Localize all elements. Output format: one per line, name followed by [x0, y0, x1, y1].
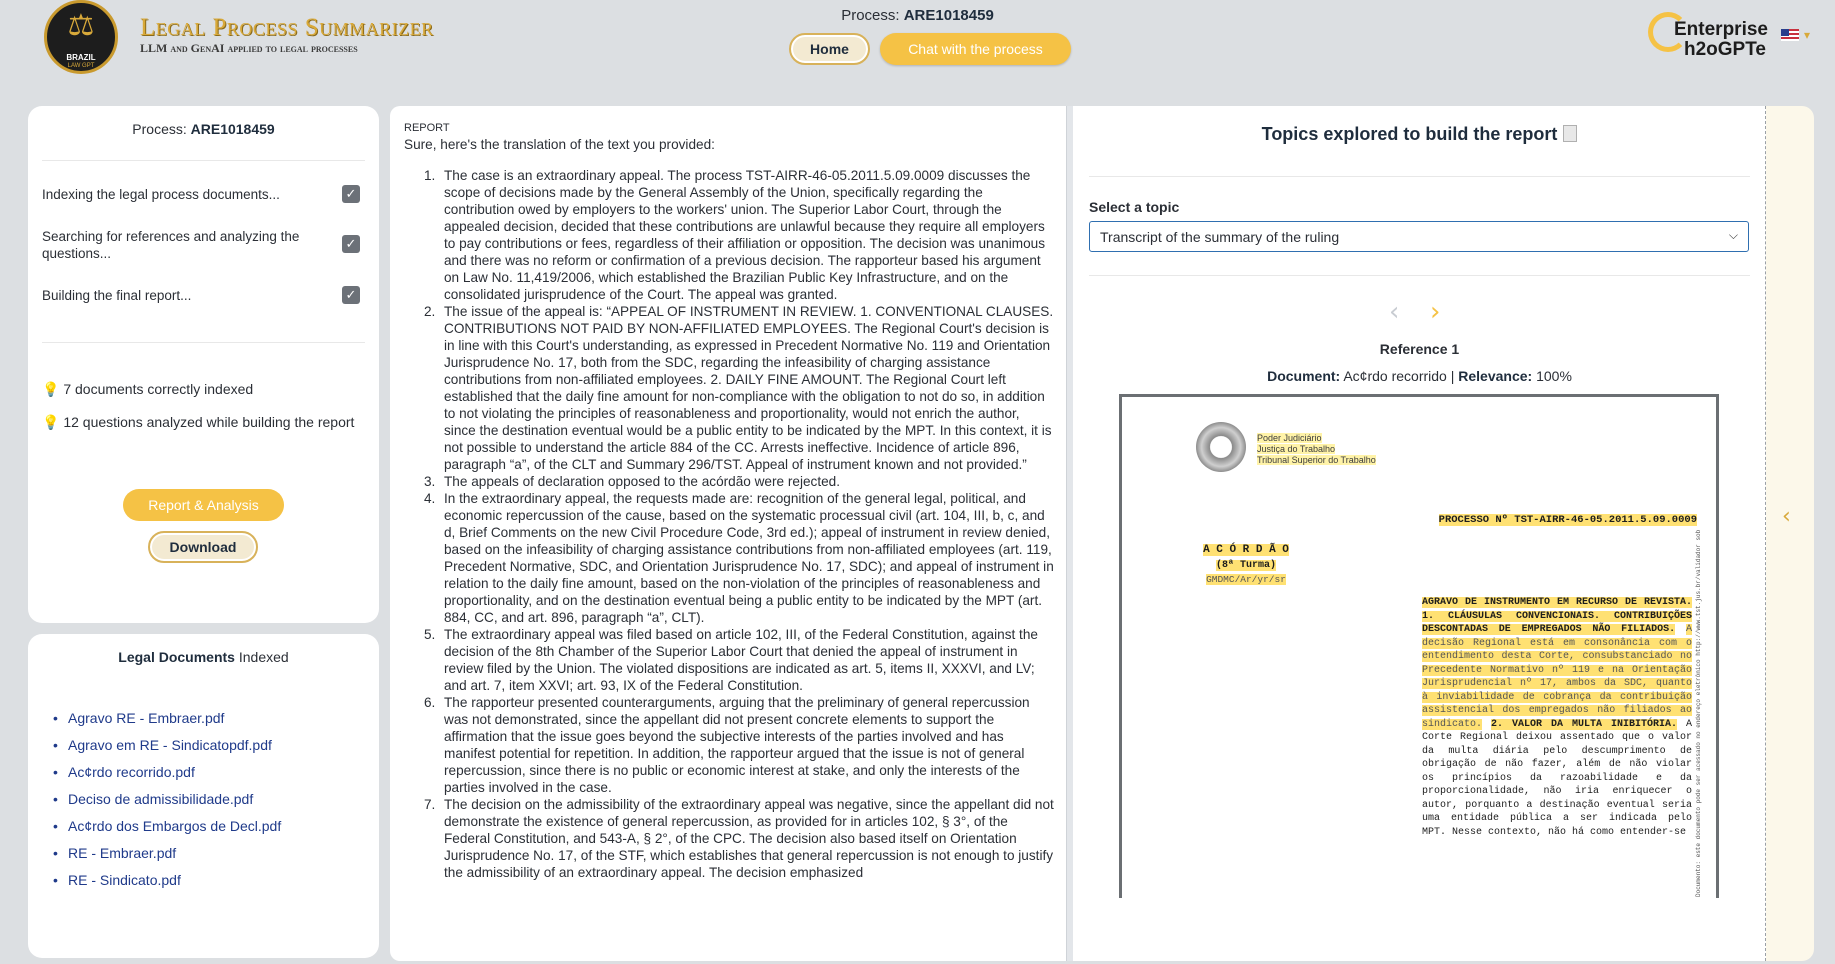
select-topic-label: Select a topic: [1089, 199, 1180, 215]
reference-title: Reference 1: [1379, 341, 1460, 357]
report-item: 7. The decision on the admissibility of t…: [424, 797, 1054, 880]
document-link[interactable]: Agravo RE - Embraer.pdf: [53, 710, 281, 737]
logo-text-brazil: BRAZIL: [66, 53, 96, 62]
previous-reference-icon[interactable]: ‹: [1389, 299, 1399, 325]
topics-title: Topics explored to build the report: [1073, 124, 1766, 145]
report-intro: Sure, here's the translation of the text…: [404, 137, 715, 152]
chevron-down-icon: ⌵: [1728, 228, 1738, 242]
document-link[interactable]: Ac¢rdo recorrido.pdf: [53, 764, 281, 791]
topic-select-value: Transcript of the summary of the ruling: [1100, 229, 1340, 245]
home-button[interactable]: Home: [789, 33, 870, 65]
divider: [1089, 176, 1750, 177]
logo-text-lawgpt: LAW GPT: [67, 63, 95, 69]
report-item: 3. The appeals of declaration opposed to …: [424, 474, 840, 489]
document-icon: [1563, 125, 1578, 142]
document-ementa: AGRAVO DE INSTRUMENTO EM RECURSO DE REVI…: [1422, 597, 1692, 838]
download-button[interactable]: Download: [148, 531, 258, 563]
app-subtitle: LLM and GenAI applied to legal processes: [140, 41, 358, 55]
acordao-heading: A C Ó R D Ã O (8ª Turma) GMDMC/Ar/yr/sr: [1203, 544, 1289, 585]
report-item: 2. The issue of the appeal is: “APPEAL OF…: [424, 304, 1054, 472]
status-panel: Process: ARE1018459 Indexing the legal p…: [28, 106, 379, 623]
report-label: REPORT: [404, 122, 450, 134]
header-process: Process: ARE1018459: [0, 7, 1835, 24]
topic-select[interactable]: Transcript of the summary of the ruling …: [1089, 221, 1749, 252]
info-documents-indexed: 💡 7 documents correctly indexed: [42, 381, 254, 397]
chevron-down-icon[interactable]: ▾: [1804, 28, 1810, 42]
topics-panel: Topics explored to build the report Sele…: [1073, 106, 1766, 961]
h2ogpte-logo: Enterprise h2oGPTe: [1648, 10, 1768, 60]
step-searching-label: Searching for references and analyzing t…: [42, 229, 300, 261]
documents-title: Legal Documents Indexed: [118, 649, 289, 665]
report-list: 1. The case is an extraordinary appeal. T…: [404, 167, 1054, 881]
report-item: 5. The extraordinary appeal was filed bas…: [424, 627, 1038, 693]
status-process: Process: ARE1018459: [28, 121, 379, 137]
reference-meta: Document: Ac¢rdo recorrido | Relevance: …: [1267, 368, 1572, 384]
document-link[interactable]: RE - Embraer.pdf: [53, 845, 281, 872]
report-panel[interactable]: REPORT Sure, here's the translation of t…: [390, 106, 1068, 961]
divider: [42, 342, 365, 343]
documents-panel: Legal Documents Indexed Agravo RE - Embr…: [28, 634, 379, 958]
document-page-preview[interactable]: Poder Judiciário Justiça do Trabalho Tri…: [1119, 394, 1719, 898]
header-process-label: Process:: [841, 7, 900, 24]
documents-list: Agravo RE - Embraer.pdf Agravo em RE - S…: [53, 710, 281, 899]
chat-with-process-button[interactable]: Chat with the process: [880, 33, 1071, 65]
report-item: 6. The rapporteur presented counterargume…: [424, 695, 1030, 795]
validation-code: Documento: este documento pode ser acess…: [1695, 527, 1702, 897]
brand-h2ogpte: h2oGPTe: [1684, 39, 1766, 60]
info-questions-analyzed: 💡 12 questions analyzed while building t…: [42, 414, 355, 430]
step-building-label: Building the final report...: [42, 288, 192, 303]
lightbulb-icon: 💡: [42, 414, 60, 430]
divider: [1089, 275, 1750, 276]
step-indexing-checkbox[interactable]: ✓: [342, 185, 360, 203]
report-item: 4. In the extraordinary appeal, the reque…: [424, 491, 1054, 625]
flag-us-icon[interactable]: [1781, 29, 1799, 41]
panel-resize-handle[interactable]: [1066, 106, 1073, 961]
header-process-id: ARE1018459: [903, 7, 994, 24]
court-name: Poder Judiciário Justiça do Trabalho Tri…: [1257, 433, 1376, 465]
court-seal-icon: [1196, 422, 1246, 472]
document-link[interactable]: Agravo em RE - Sindicatopdf.pdf: [53, 737, 281, 764]
divider: [42, 160, 365, 161]
lightbulb-icon: 💡: [42, 381, 60, 397]
document-link[interactable]: RE - Sindicato.pdf: [53, 872, 281, 899]
report-analysis-button[interactable]: Report & Analysis: [123, 489, 284, 521]
status-process-label: Process:: [132, 121, 187, 137]
step-searching-checkbox[interactable]: ✓: [342, 235, 360, 253]
brand-enterprise: Enterprise: [1674, 19, 1768, 40]
sidebar-collapse-strip[interactable]: ‹: [1766, 106, 1814, 961]
document-link[interactable]: Ac¢rdo dos Embargos de Decl.pdf: [53, 818, 281, 845]
report-item: 1. The case is an extraordinary appeal. T…: [424, 168, 1045, 302]
next-reference-icon[interactable]: ›: [1430, 299, 1440, 325]
status-process-id: ARE1018459: [190, 121, 275, 137]
chevron-left-icon[interactable]: ‹: [1782, 504, 1791, 529]
document-link[interactable]: Deciso de admissibilidade.pdf: [53, 791, 281, 818]
document-process-number: PROCESSO Nº TST-AIRR-46-05.2011.5.09.000…: [1438, 514, 1697, 526]
step-building-checkbox[interactable]: ✓: [342, 286, 360, 304]
step-indexing-label: Indexing the legal process documents...: [42, 187, 280, 202]
